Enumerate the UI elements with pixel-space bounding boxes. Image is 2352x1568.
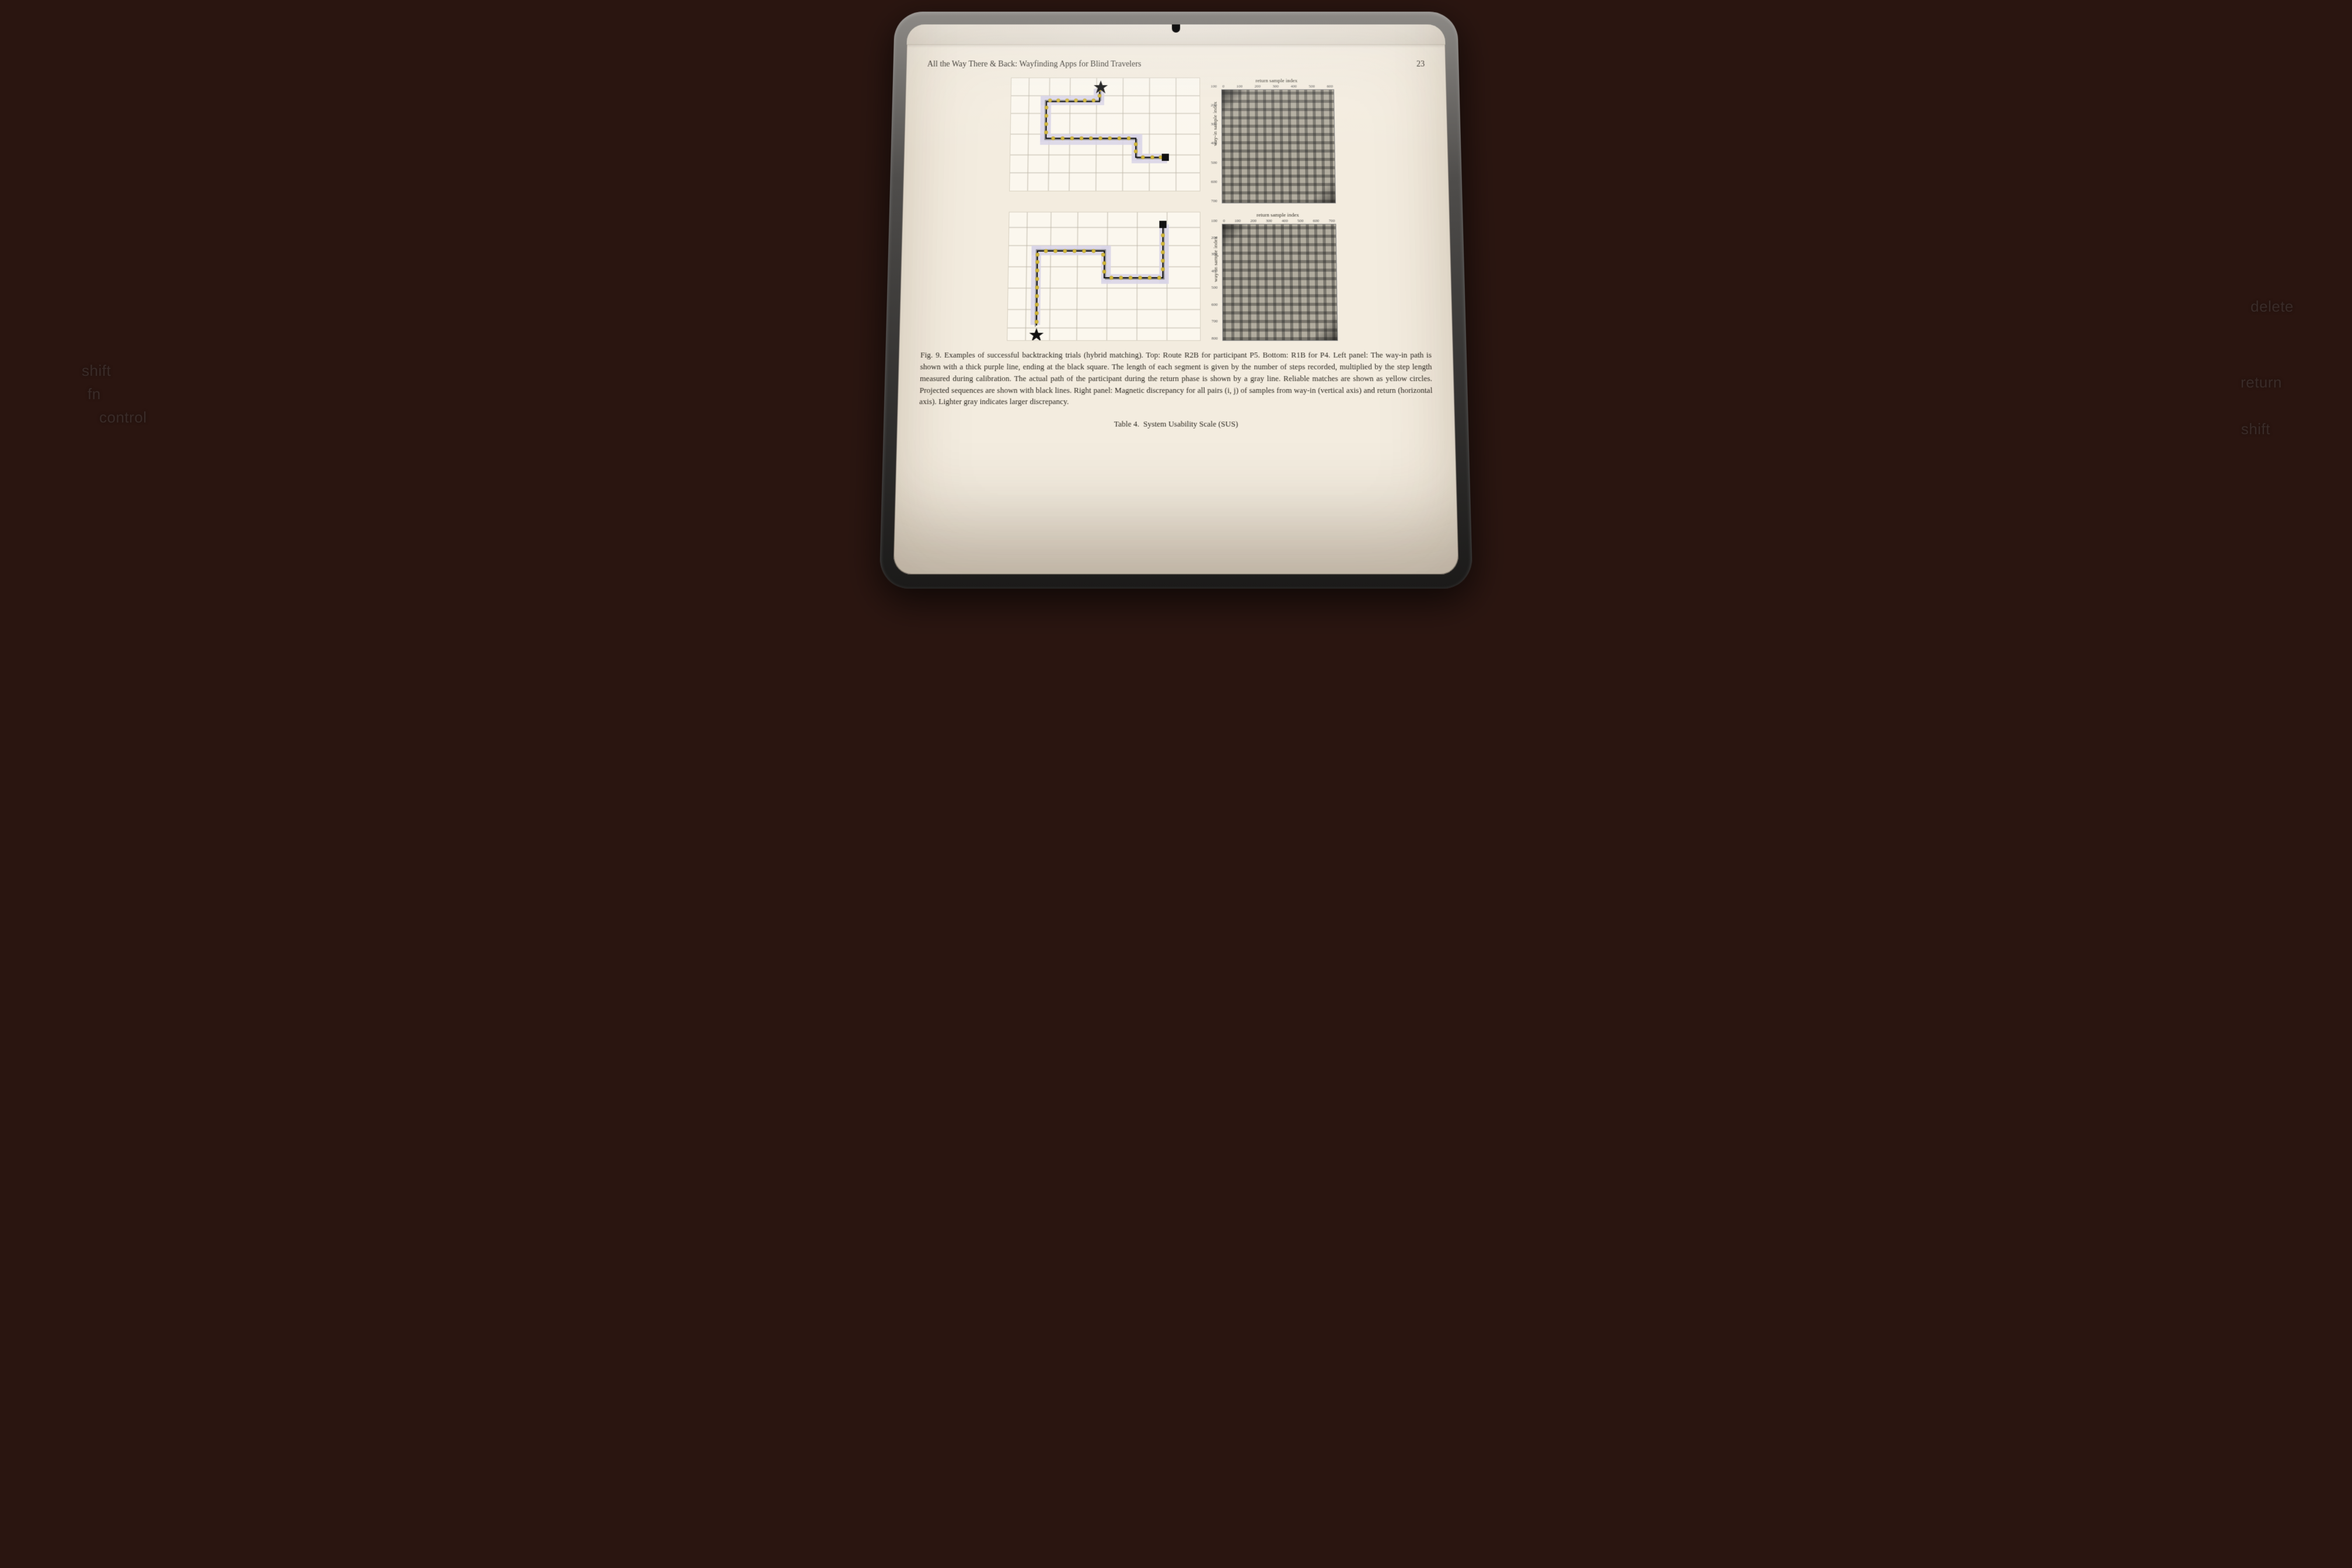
tablet-frame: All the Way There & Back: Wayfinding App… xyxy=(879,12,1472,589)
matrix-left-ticks: 100200 300400 500600 700 xyxy=(1210,84,1217,204)
discrepancy-matrix-image xyxy=(1222,224,1338,341)
bg-keyboard-key: delete xyxy=(2250,298,2294,316)
map-panel-bottom xyxy=(1007,212,1201,341)
bg-keyboard-key: control xyxy=(99,408,147,427)
table-4-heading: Table 4. System Usability Scale (SUS) xyxy=(919,419,1433,429)
matrix-panel-top: return sample index way-in sample index … xyxy=(1212,78,1343,204)
bg-keyboard-key: shift xyxy=(82,362,111,380)
running-title: All the Way There & Back: Wayfinding App… xyxy=(927,60,1142,69)
table-label: Table 4. xyxy=(1114,419,1139,428)
figure-caption: Fig. 9. Examples of successful backtrack… xyxy=(919,350,1433,408)
figure-9: return sample index way-in sample index … xyxy=(983,78,1369,341)
table-title-text: System Usability Scale (SUS) xyxy=(1143,419,1238,428)
matrix-left-ticks: 100200 300400 500600 700800 xyxy=(1211,218,1218,341)
matrix-panel-bottom: return sample index way-in sample index … xyxy=(1212,212,1345,341)
page-number: 23 xyxy=(1416,60,1425,69)
matrix-x-label: return sample index xyxy=(1212,78,1341,83)
bg-keyboard-key: fn xyxy=(88,385,101,403)
bg-keyboard-key: shift xyxy=(2241,420,2270,438)
figure-caption-text: Examples of successful backtracking tria… xyxy=(919,350,1433,406)
bg-keyboard-key: return xyxy=(2241,373,2282,392)
matrix-top-ticks: 0100 200300 400500 600700 xyxy=(1222,218,1336,223)
matrix-top-ticks: 0100 200300 400500 600 xyxy=(1222,84,1334,89)
discrepancy-matrix-image xyxy=(1222,89,1336,204)
camera-notch xyxy=(1172,25,1180,33)
tablet-screen[interactable]: All the Way There & Back: Wayfinding App… xyxy=(893,25,1459,575)
matrix-x-label: return sample index xyxy=(1212,212,1343,218)
figure-label: Fig. 9. xyxy=(920,350,941,359)
star-icon xyxy=(1029,328,1044,340)
running-header: All the Way There & Back: Wayfinding App… xyxy=(927,60,1425,69)
endpoint-square-icon xyxy=(1159,221,1166,228)
document-page[interactable]: All the Way There & Back: Wayfinding App… xyxy=(896,45,1455,436)
map-panel-top xyxy=(1009,78,1201,191)
endpoint-square-icon xyxy=(1162,153,1169,160)
